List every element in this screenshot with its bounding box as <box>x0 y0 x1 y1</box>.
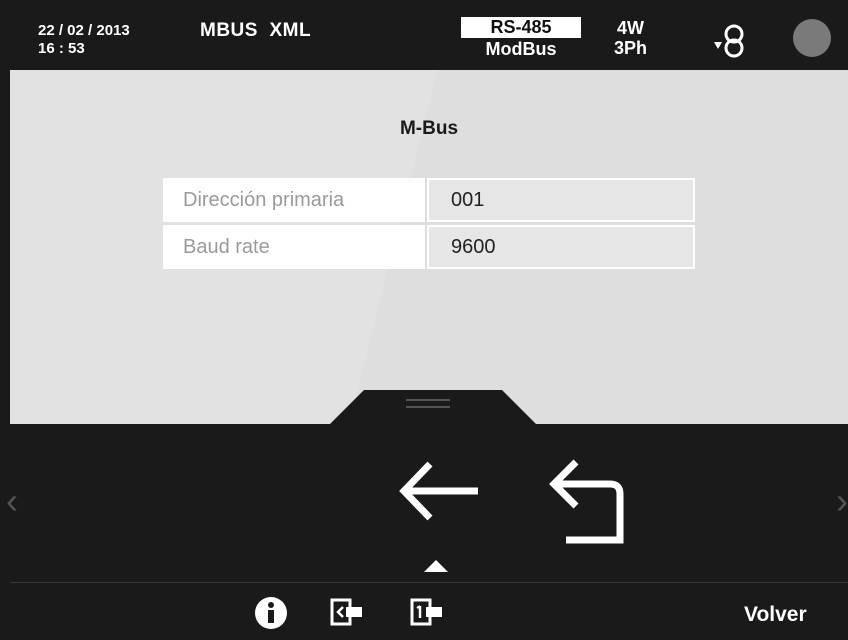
arrow-left-icon[interactable] <box>396 460 482 522</box>
status-led-icon <box>793 19 831 57</box>
drawer-handle[interactable] <box>328 390 538 426</box>
triangle-up-icon[interactable] <box>424 560 448 572</box>
wiring-indicator: 4W 3Ph <box>614 18 647 58</box>
datetime: 22 / 02 / 2013 16 : 53 <box>38 22 130 58</box>
wiring-phases: 3Ph <box>614 38 648 58</box>
chevron-right-icon[interactable]: › <box>836 480 848 522</box>
return-arrow-icon[interactable] <box>548 458 628 548</box>
date-text: 22 / 02 / 2013 <box>38 22 130 39</box>
comm-type-label: RS-485 <box>461 17 581 38</box>
primary-address-value[interactable]: 001 <box>427 178 695 222</box>
row-label: Baud rate <box>163 225 425 269</box>
info-icon[interactable] <box>254 596 288 630</box>
wiring-wires: 4W <box>617 18 644 38</box>
baud-rate-value[interactable]: 9600 <box>427 225 695 269</box>
time-text: 16 : 53 <box>38 40 85 57</box>
settings-table: Dirección primaria 001 Baud rate 9600 <box>163 178 697 272</box>
exit-icon[interactable] <box>330 598 364 626</box>
page-title: M-Bus <box>399 118 459 139</box>
comm-port-indicator: RS-485 ModBus <box>460 17 582 61</box>
volver-button[interactable]: Volver <box>744 603 807 627</box>
current-transformer-icon <box>714 24 744 58</box>
grip-icon <box>406 399 450 408</box>
protocol-label: MBUS XML <box>200 20 312 41</box>
table-row[interactable]: Baud rate 9600 <box>163 225 697 269</box>
row-label: Dirección primaria <box>163 178 425 222</box>
main-panel: M-Bus Dirección primaria 001 Baud rate 9… <box>10 70 848 424</box>
table-row[interactable]: Dirección primaria 001 <box>163 178 697 222</box>
comm-protocol-label: ModBus <box>485 39 557 59</box>
status-bar: 22 / 02 / 2013 16 : 53 MBUS XML RS-485 M… <box>0 0 848 70</box>
first-page-icon[interactable] <box>410 598 444 626</box>
chevron-left-icon[interactable]: ‹ <box>6 480 18 522</box>
